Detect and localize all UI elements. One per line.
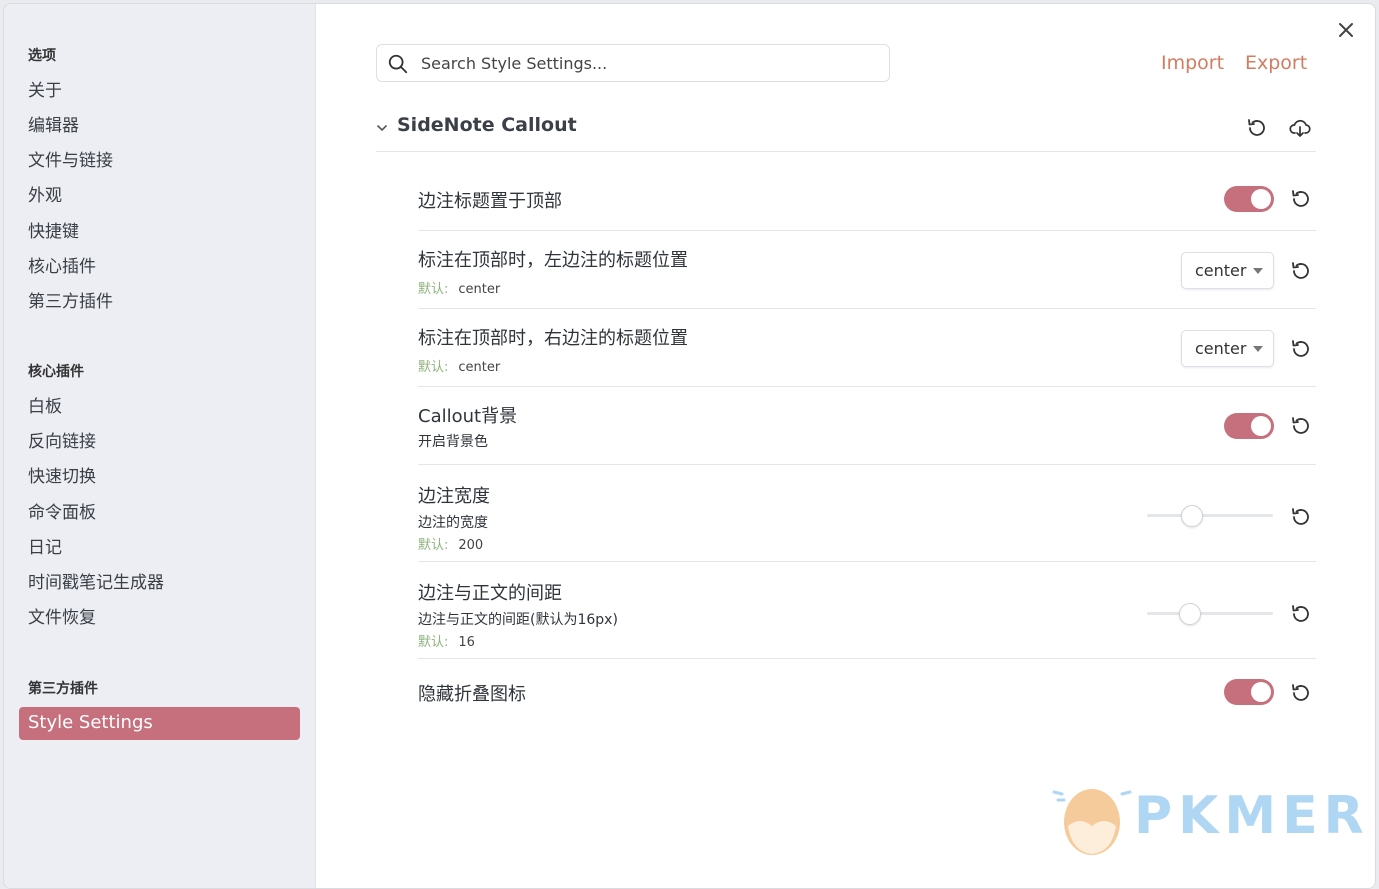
setting-title: 边注宽度 — [418, 486, 490, 507]
sidebar-item-daily-notes[interactable]: 日记 — [28, 534, 62, 562]
setting-row-right-title-position: 标注在顶部时，右边注的标题位置 默认: center center — [418, 309, 1316, 387]
slider[interactable] — [1147, 504, 1273, 528]
setting-title: 边注标题置于顶部 — [418, 191, 562, 212]
sidebar-section-core: 核心插件 — [28, 364, 84, 380]
toggle-switch[interactable] — [1224, 679, 1274, 705]
reset-icon[interactable] — [1289, 505, 1313, 529]
sidebar-item-editor[interactable]: 编辑器 — [28, 112, 79, 140]
dropdown-select[interactable]: center — [1181, 330, 1274, 367]
sidebar-section-options: 选项 — [28, 48, 56, 64]
group-title: SideNote Callout — [397, 114, 577, 136]
default-label: 默认: — [418, 635, 449, 650]
dropdown-value: center — [1195, 261, 1247, 280]
setting-title: 隐藏折叠图标 — [418, 684, 526, 705]
reset-icon[interactable] — [1289, 414, 1313, 438]
sidebar-item-file-recovery[interactable]: 文件恢复 — [28, 604, 96, 632]
sidebar-item-backlinks[interactable]: 反向链接 — [28, 428, 96, 456]
default-label: 默认: — [418, 282, 449, 297]
setting-default: 默认: 16 — [418, 631, 475, 650]
reset-icon[interactable] — [1289, 602, 1313, 626]
reset-icon[interactable] — [1289, 259, 1313, 283]
sidebar-item-hotkeys[interactable]: 快捷键 — [28, 218, 79, 246]
slider-track — [1147, 612, 1273, 615]
setting-title: 边注与正文的间距 — [418, 583, 562, 604]
default-value: 16 — [458, 635, 475, 650]
default-value: center — [458, 282, 501, 297]
sidebar-item-about[interactable]: 关于 — [28, 77, 62, 105]
pkmer-watermark: PKMER — [1048, 780, 1364, 860]
toggle-knob — [1251, 189, 1271, 209]
default-value: 200 — [458, 538, 484, 553]
setting-row-hide-fold-icon: 隐藏折叠图标 — [418, 659, 1316, 725]
sidebar-item-canvas[interactable]: 白板 — [28, 393, 62, 421]
dropdown-value: center — [1195, 339, 1247, 358]
slider-track — [1147, 514, 1273, 517]
sidebar-item-quick-switcher[interactable]: 快速切换 — [28, 463, 96, 491]
slider[interactable] — [1147, 602, 1273, 626]
setting-default: 默认: center — [418, 278, 500, 297]
slider-thumb[interactable] — [1178, 603, 1201, 625]
setting-description: 开启背景色 — [418, 434, 488, 450]
default-value: center — [458, 360, 501, 375]
close-icon — [1339, 23, 1353, 37]
toggle-switch[interactable] — [1224, 413, 1274, 439]
settings-sidebar: 选项 关于 编辑器 文件与链接 外观 快捷键 核心插件 第三方插件 核心插件 白… — [4, 4, 316, 888]
sidebar-item-style-settings[interactable]: Style Settings — [19, 707, 300, 740]
toggle-knob — [1251, 682, 1271, 702]
caret-down-icon — [1253, 268, 1263, 274]
search-icon — [388, 54, 408, 74]
pkmer-logo-icon — [1052, 789, 1132, 855]
sidebar-item-core-plugins[interactable]: 核心插件 — [28, 253, 96, 281]
toggle-knob — [1251, 416, 1271, 436]
slider-thumb[interactable] — [1181, 505, 1204, 527]
search-box[interactable] — [376, 44, 890, 82]
default-label: 默认: — [418, 538, 449, 553]
reset-group-icon[interactable] — [1245, 116, 1269, 140]
sidebar-item-files-links[interactable]: 文件与链接 — [28, 147, 113, 175]
setting-row-sidenote-width: 边注宽度 边注的宽度 默认: 200 — [418, 465, 1316, 562]
setting-title: Callout背景 — [418, 406, 518, 427]
setting-title: 标注在顶部时，右边注的标题位置 — [418, 328, 688, 349]
setting-default: 默认: 200 — [418, 534, 483, 553]
settings-content: Import Export SideNote Callout 边注标题置于顶部 … — [316, 4, 1375, 888]
chevron-down-icon[interactable] — [376, 122, 388, 134]
export-button[interactable]: Export — [1245, 52, 1307, 74]
setting-row-callout-background: Callout背景 开启背景色 — [418, 387, 1316, 465]
import-button[interactable]: Import — [1161, 52, 1224, 74]
setting-description: 边注与正文的间距(默认为16px) — [418, 612, 618, 628]
setting-row-sidenote-title-top: 边注标题置于顶部 — [418, 165, 1316, 231]
caret-down-icon — [1253, 346, 1263, 352]
reset-icon[interactable] — [1289, 187, 1313, 211]
sidebar-section-community: 第三方插件 — [28, 681, 98, 697]
dropdown-select[interactable]: center — [1181, 252, 1274, 289]
setting-description: 边注的宽度 — [418, 515, 488, 531]
sidebar-item-appearance[interactable]: 外观 — [28, 182, 62, 210]
sidebar-item-command-palette[interactable]: 命令面板 — [28, 499, 96, 527]
setting-title: 标注在顶部时，左边注的标题位置 — [418, 250, 688, 271]
toggle-switch[interactable] — [1224, 186, 1274, 212]
settings-modal: 选项 关于 编辑器 文件与链接 外观 快捷键 核心插件 第三方插件 核心插件 白… — [3, 3, 1376, 889]
close-button[interactable] — [1334, 18, 1358, 42]
setting-row-sidenote-gap: 边注与正文的间距 边注与正文的间距(默认为16px) 默认: 16 — [418, 562, 1316, 659]
sidebar-item-unique-note-creator[interactable]: 时间戳笔记生成器 — [28, 569, 164, 597]
download-icon[interactable] — [1288, 116, 1312, 140]
pkmer-wordmark: PKMER — [1134, 786, 1370, 846]
sidebar-item-community-plugins[interactable]: 第三方插件 — [28, 288, 113, 316]
setting-default: 默认: center — [418, 356, 500, 375]
setting-group-header[interactable]: SideNote Callout — [376, 108, 1316, 152]
reset-icon[interactable] — [1289, 337, 1313, 361]
reset-icon[interactable] — [1289, 681, 1313, 705]
setting-row-left-title-position: 标注在顶部时，左边注的标题位置 默认: center center — [418, 231, 1316, 309]
default-label: 默认: — [418, 360, 449, 375]
search-input[interactable] — [421, 45, 881, 81]
